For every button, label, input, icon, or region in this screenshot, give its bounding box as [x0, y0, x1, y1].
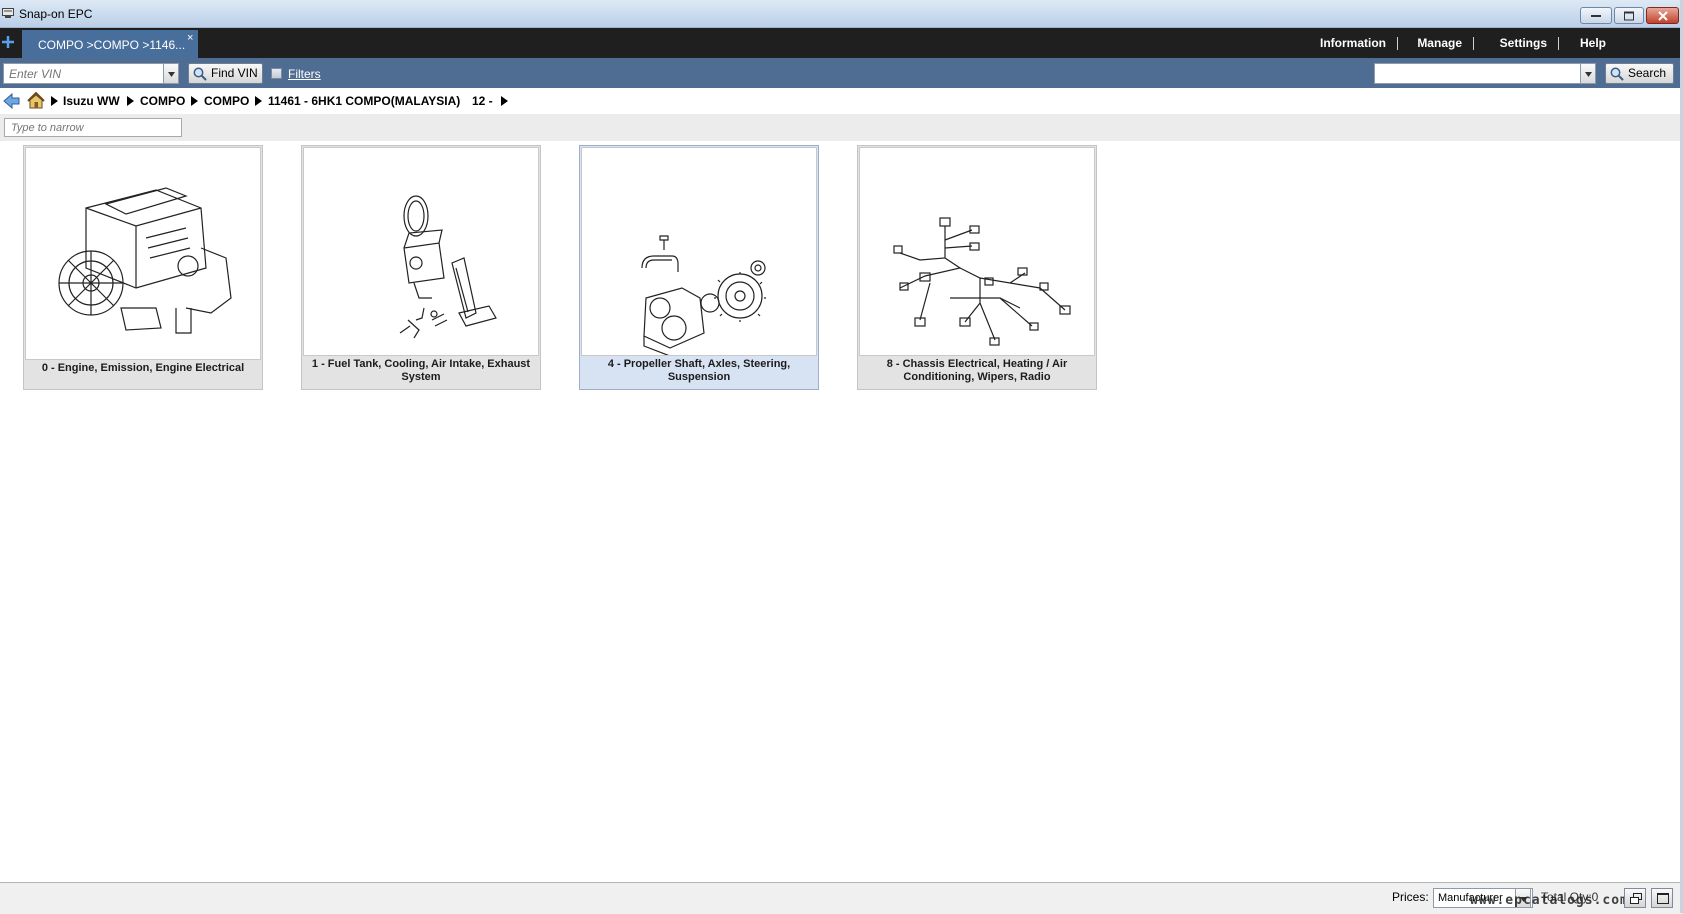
tab-compo[interactable]: COMPO >COMPO >1146... × [22, 30, 198, 58]
search-button-label: Search [1628, 66, 1667, 80]
maximize-icon [1624, 11, 1634, 20]
tile-caption: 8 - Chassis Electrical, Heating / Air Co… [886, 358, 1068, 383]
minimize-icon [1591, 14, 1601, 17]
find-vin-label: Find VIN [211, 66, 258, 80]
find-vin-button[interactable]: Find VIN [188, 63, 263, 84]
category-tile-engine[interactable]: 0 - Engine, Emission, Engine Electrical [23, 145, 263, 390]
home-icon[interactable] [27, 92, 45, 109]
title-bar: Snap-on EPC [0, 0, 1683, 28]
filters-checkbox[interactable] [271, 68, 282, 79]
close-icon [1657, 10, 1668, 21]
window-maximize-icon [1657, 893, 1669, 904]
vin-dropdown-button[interactable] [163, 63, 179, 84]
tile-caption: 1 - Fuel Tank, Cooling, Air Intake, Exha… [311, 358, 531, 383]
chevron-down-icon [1585, 72, 1592, 77]
wiring-harness-illustration [859, 147, 1095, 356]
search-icon [193, 67, 207, 81]
category-tile-chassis-electrical[interactable]: 8 - Chassis Electrical, Heating / Air Co… [857, 145, 1097, 390]
breadcrumb-separator [191, 96, 198, 106]
steering-pump-icon [641, 235, 766, 355]
search-input[interactable] [1374, 63, 1581, 84]
narrow-bar [0, 114, 1683, 141]
add-tab-icon[interactable] [0, 32, 16, 52]
menu-separator [1473, 37, 1474, 50]
search-icon [1610, 67, 1624, 81]
tab-bar: COMPO >COMPO >1146... × Information Mana… [0, 28, 1683, 58]
watermark-text: www.epcatalogs.com [1470, 893, 1629, 908]
narrow-input[interactable] [4, 118, 182, 137]
breadcrumb-compo-2[interactable]: COMPO [204, 94, 249, 108]
full-view-button[interactable] [1651, 888, 1673, 908]
maximize-button[interactable] [1614, 7, 1644, 24]
search-dropdown-button[interactable] [1580, 63, 1596, 84]
back-arrow-icon[interactable] [3, 93, 20, 109]
menu-settings[interactable]: Settings [1500, 36, 1547, 50]
breadcrumb-isuzu[interactable]: Isuzu WW [63, 94, 120, 108]
category-tile-steering[interactable]: 4 - Propeller Shaft, Axles, Steering, Su… [579, 145, 819, 390]
menu-manage[interactable]: Manage [1417, 36, 1462, 50]
minimize-button[interactable] [1580, 7, 1612, 24]
engine-icon [58, 187, 232, 334]
menu-help[interactable]: Help [1580, 36, 1606, 50]
fuel-system-illustration [303, 147, 539, 356]
vin-input[interactable] [3, 63, 165, 84]
menu-information[interactable]: Information [1320, 36, 1386, 50]
breadcrumb-group[interactable]: 12 - [472, 94, 493, 108]
app-icon [2, 8, 14, 18]
breadcrumb-compo-1[interactable]: COMPO [140, 94, 185, 108]
wiring-harness-icon [893, 217, 1071, 346]
filters-link[interactable]: Filters [288, 67, 321, 81]
tile-caption: 0 - Engine, Emission, Engine Electrical [41, 362, 245, 374]
window-restore-icon [1630, 893, 1642, 904]
breadcrumb: Isuzu WW COMPO COMPO 11461 - 6HK1 COMPO(… [0, 89, 1683, 113]
window-title: Snap-on EPC [19, 7, 93, 21]
prices-label: Prices: [1392, 890, 1429, 904]
steering-pump-illustration [581, 147, 817, 356]
engine-illustration [25, 147, 261, 360]
breadcrumb-separator [127, 96, 134, 106]
status-bar: Prices: Manufacturer Total Qty:0 www.epc… [0, 882, 1683, 914]
tab-label: COMPO >COMPO >1146... [38, 38, 186, 52]
breadcrumb-separator [255, 96, 262, 106]
menu-separator [1558, 37, 1559, 50]
category-tile-fuel[interactable]: 1 - Fuel Tank, Cooling, Air Intake, Exha… [301, 145, 541, 390]
breadcrumb-separator [51, 96, 58, 106]
search-button[interactable]: Search [1605, 63, 1674, 84]
tab-close-icon[interactable]: × [187, 33, 193, 44]
restore-view-button[interactable] [1624, 888, 1646, 908]
fuel-system-icon [399, 195, 497, 339]
close-window-button[interactable] [1646, 7, 1679, 24]
tile-caption: 4 - Propeller Shaft, Axles, Steering, Su… [607, 358, 791, 383]
chevron-down-icon [168, 72, 175, 77]
breadcrumb-model[interactable]: 11461 - 6HK1 COMPO(MALAYSIA) [268, 94, 460, 108]
menu-separator [1397, 37, 1398, 50]
toolbar: Find VIN Filters Search [0, 58, 1683, 88]
breadcrumb-separator [501, 96, 508, 106]
